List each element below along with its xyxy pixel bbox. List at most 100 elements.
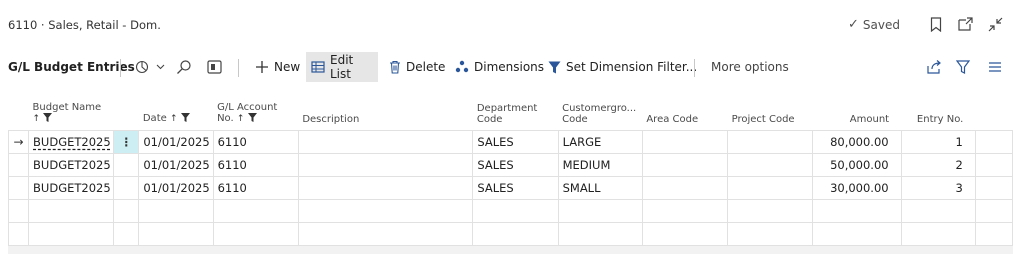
horizontal-scrollbar[interactable] — [8, 246, 1013, 254]
date-cell[interactable]: 01/01/2025 — [138, 129, 214, 153]
gl-account-cell[interactable]: 6110 — [212, 129, 299, 153]
list-view-button[interactable] — [983, 52, 1007, 82]
empty-cell[interactable] — [7, 221, 29, 246]
column-header-entry-no[interactable]: Entry No. — [901, 92, 975, 130]
entries-grid: Budget Name ↑ Date ↑ G/L Account No. ↑ D… — [7, 92, 1014, 246]
empty-cell[interactable] — [727, 198, 813, 222]
empty-cell[interactable] — [557, 221, 643, 246]
empty-cell[interactable] — [28, 221, 114, 246]
empty-cell[interactable] — [138, 198, 214, 222]
entry-no-cell[interactable]: 1 — [900, 129, 976, 153]
column-header-department-code[interactable]: Department Code — [473, 92, 558, 130]
budget-name-link[interactable]: BUDGET2025 — [33, 135, 111, 149]
entry-no-cell[interactable]: 2 — [900, 152, 976, 176]
date-cell[interactable]: 01/01/2025 — [138, 152, 214, 176]
empty-cell[interactable] — [28, 198, 114, 222]
select-column-header — [9, 92, 29, 130]
description-cell[interactable] — [297, 129, 473, 153]
empty-cell[interactable] — [641, 221, 728, 246]
amount-cell[interactable]: 50,000.00 — [812, 152, 902, 176]
open-new-window-icon[interactable] — [956, 14, 974, 34]
department-code-cell[interactable]: SALES — [472, 175, 559, 199]
empty-cell[interactable] — [812, 221, 902, 246]
empty-cell[interactable] — [472, 221, 559, 246]
empty-cell[interactable] — [472, 198, 559, 222]
area-code-cell[interactable] — [641, 152, 728, 176]
table-row[interactable]: BUDGET2025 01/01/2025 6110 SALES SMALL 3… — [7, 175, 1014, 199]
table-row[interactable]: → BUDGET2025 ⋮ 01/01/2025 6110 SALES LAR… — [7, 129, 1014, 153]
empty-cell[interactable] — [297, 221, 473, 246]
empty-cell[interactable] — [641, 198, 728, 222]
budget-name-cell[interactable]: BUDGET2025 — [28, 175, 114, 199]
show-details-button[interactable] — [202, 52, 227, 82]
empty-cell[interactable] — [557, 198, 643, 222]
column-header-budget-name[interactable]: Budget Name ↑ — [29, 92, 139, 130]
department-code-cell[interactable]: SALES — [472, 152, 559, 176]
project-code-cell[interactable] — [727, 175, 813, 199]
area-code-cell[interactable] — [641, 129, 728, 153]
column-header-gl-account[interactable]: G/L Account No. ↑ — [213, 92, 298, 130]
date-header-label: Date — [142, 112, 167, 124]
customergroup-header-label-2: Code — [562, 113, 588, 125]
gl-account-cell[interactable]: 6110 — [212, 152, 299, 176]
empty-cell[interactable] — [727, 221, 813, 246]
customergroup-code-cell[interactable]: LARGE — [557, 129, 643, 153]
area-code-cell[interactable] — [641, 175, 728, 199]
empty-cell[interactable] — [212, 198, 299, 222]
more-options-button[interactable]: More options — [706, 52, 794, 82]
row-selector[interactable] — [7, 175, 29, 199]
bookmark-icon[interactable] — [927, 14, 945, 34]
analysis-icon — [135, 60, 151, 74]
share-button[interactable] — [922, 52, 947, 82]
set-dimension-filter-button[interactable]: Set Dimension Filter... — [543, 52, 702, 82]
empty-row[interactable] — [7, 198, 1014, 222]
column-header-description[interactable]: Description — [298, 92, 473, 130]
share-icon — [927, 60, 942, 74]
customergroup-code-cell[interactable]: SMALL — [557, 175, 643, 199]
dimensions-button[interactable]: Dimensions — [450, 52, 549, 82]
details-pane-icon — [207, 60, 222, 74]
delete-button[interactable]: Delete — [384, 52, 450, 82]
filter-pane-button[interactable] — [951, 52, 975, 82]
date-cell[interactable]: 01/01/2025 — [138, 175, 214, 199]
filter-icon — [548, 61, 561, 74]
budget-name-cell[interactable]: BUDGET2025 — [28, 129, 114, 153]
empty-row[interactable] — [7, 221, 1014, 246]
row-actions-button[interactable]: ⋮ — [113, 129, 139, 153]
empty-cell[interactable] — [900, 198, 976, 222]
empty-cell[interactable] — [812, 198, 902, 222]
row-selector[interactable] — [7, 152, 29, 176]
column-header-area-code[interactable]: Area Code — [642, 92, 727, 130]
empty-cell[interactable] — [212, 221, 299, 246]
analysis-mode-button[interactable] — [130, 52, 170, 82]
edit-list-button[interactable]: Edit List — [306, 52, 378, 82]
budget-name-cell[interactable]: BUDGET2025 — [28, 152, 114, 176]
amount-cell[interactable]: 80,000.00 — [812, 129, 902, 153]
column-header-date[interactable]: Date ↑ — [139, 92, 213, 130]
empty-cell[interactable] — [900, 221, 976, 246]
column-header-project-code[interactable]: Project Code — [728, 92, 813, 130]
empty-cell[interactable] — [297, 198, 473, 222]
collapse-icon[interactable] — [986, 14, 1004, 34]
column-header-amount[interactable]: Amount — [813, 92, 901, 130]
project-code-cell[interactable] — [727, 129, 813, 153]
new-button[interactable]: New — [250, 52, 305, 82]
filter-icon — [180, 112, 190, 122]
table-row[interactable]: BUDGET2025 01/01/2025 6110 SALES MEDIUM … — [7, 152, 1014, 176]
description-header-label: Description — [302, 113, 360, 125]
empty-cell[interactable] — [138, 221, 214, 246]
amount-cell[interactable]: 30,000.00 — [812, 175, 902, 199]
gl-account-cell[interactable]: 6110 — [212, 175, 299, 199]
empty-cell[interactable] — [7, 198, 29, 222]
entry-no-cell[interactable]: 3 — [900, 175, 976, 199]
project-code-cell[interactable] — [727, 152, 813, 176]
delete-label: Delete — [406, 60, 446, 74]
dimensions-icon — [455, 60, 469, 74]
column-header-customergroup-code[interactable]: Customergro... Code — [558, 92, 642, 130]
description-cell[interactable] — [297, 152, 473, 176]
department-code-cell[interactable]: SALES — [472, 129, 559, 153]
project-code-header-label: Project Code — [731, 113, 795, 125]
search-button[interactable] — [171, 52, 197, 82]
customergroup-code-cell[interactable]: MEDIUM — [557, 152, 643, 176]
description-cell[interactable] — [297, 175, 473, 199]
